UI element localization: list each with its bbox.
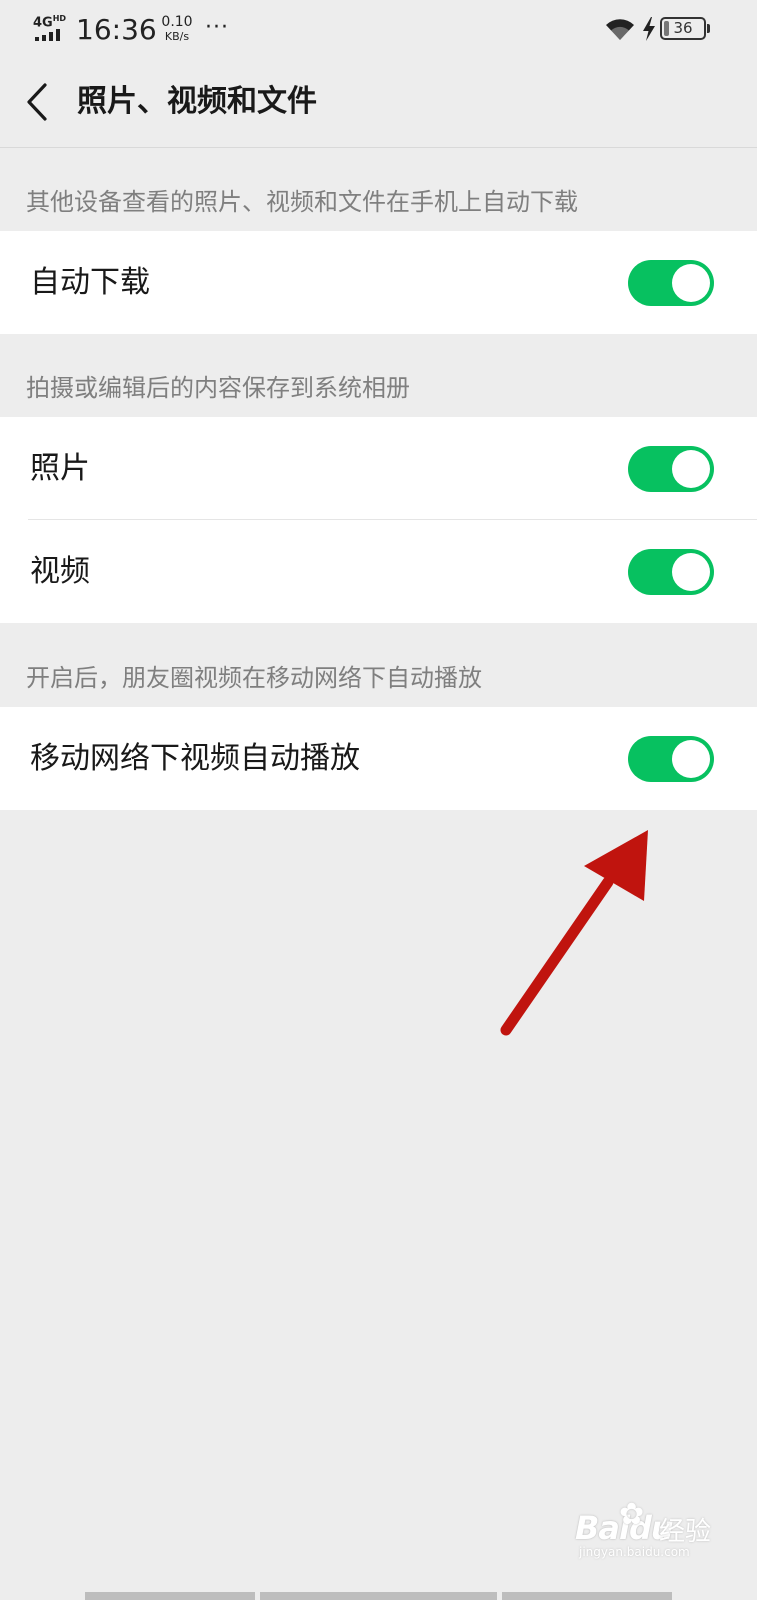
chevron-left-icon — [27, 83, 47, 121]
settings-group-autoplay: 移动网络下视频自动播放 — [0, 707, 757, 810]
settings-group-auto-download: 自动下载 — [0, 231, 757, 334]
mobile-autoplay-toggle[interactable] — [628, 736, 714, 782]
bottom-bar-segment — [85, 1592, 255, 1600]
toggle-knob — [672, 450, 710, 488]
auto-download-toggle[interactable] — [628, 260, 714, 306]
settings-row-label: 自动下载 — [30, 265, 150, 300]
section-header-save-to-album: 拍摄或编辑后的内容保存到系统相册 — [26, 374, 410, 402]
section-header-auto-download: 其他设备查看的照片、视频和文件在手机上自动下载 — [26, 188, 578, 216]
page-title: 照片、视频和文件 — [77, 84, 317, 119]
bottom-bar-segment — [502, 1592, 672, 1600]
toggle-knob — [672, 553, 710, 591]
settings-row-label: 移动网络下视频自动播放 — [30, 741, 360, 776]
toggle-knob — [672, 264, 710, 302]
bottom-bar-segment — [260, 1592, 497, 1600]
network-speed: 0.10 KB/s — [157, 14, 197, 44]
watermark-url: jingyan.baidu.com — [579, 1545, 690, 1559]
settings-row-label: 照片 — [30, 451, 90, 486]
save-photos-toggle[interactable] — [628, 446, 714, 492]
network-speed-value: 0.10 — [161, 14, 193, 30]
status-clock: 16:36 — [76, 13, 157, 46]
network-speed-unit: KB/s — [164, 30, 190, 43]
baidu-jingyan-watermark: Baidu ✿ 经验 jingyan.baidu.com — [575, 1497, 715, 1561]
settings-row-mobile-autoplay[interactable]: 移动网络下视频自动播放 — [0, 707, 757, 810]
charging-bolt-icon — [643, 17, 655, 41]
settings-row-auto-download[interactable]: 自动下载 — [0, 231, 757, 334]
navigation-bar: 照片、视频和文件 — [0, 60, 757, 148]
wifi-icon — [606, 19, 634, 40]
battery-level: 36 — [673, 19, 693, 37]
settings-group-save-to-album: 照片 视频 — [0, 417, 757, 623]
network-hd: HD — [52, 14, 67, 23]
section-header-autoplay: 开启后，朋友圈视频在移动网络下自动播放 — [26, 664, 482, 692]
cellular-signal-icon: 4GHD — [33, 12, 69, 42]
settings-row-videos[interactable]: 视频 — [0, 520, 757, 623]
paw-icon: ✿ — [619, 1497, 645, 1532]
status-bar: 4GHD 16:36 0.10 KB/s ··· 36 — [0, 0, 757, 60]
battery-icon: 36 — [660, 17, 710, 40]
toggle-knob — [672, 740, 710, 778]
settings-row-label: 视频 — [30, 554, 90, 589]
back-button[interactable] — [18, 80, 58, 124]
settings-row-photos[interactable]: 照片 — [0, 417, 757, 520]
more-notifications-icon: ··· — [205, 15, 229, 40]
save-videos-toggle[interactable] — [628, 549, 714, 595]
watermark-text: 经验 — [659, 1517, 712, 1547]
